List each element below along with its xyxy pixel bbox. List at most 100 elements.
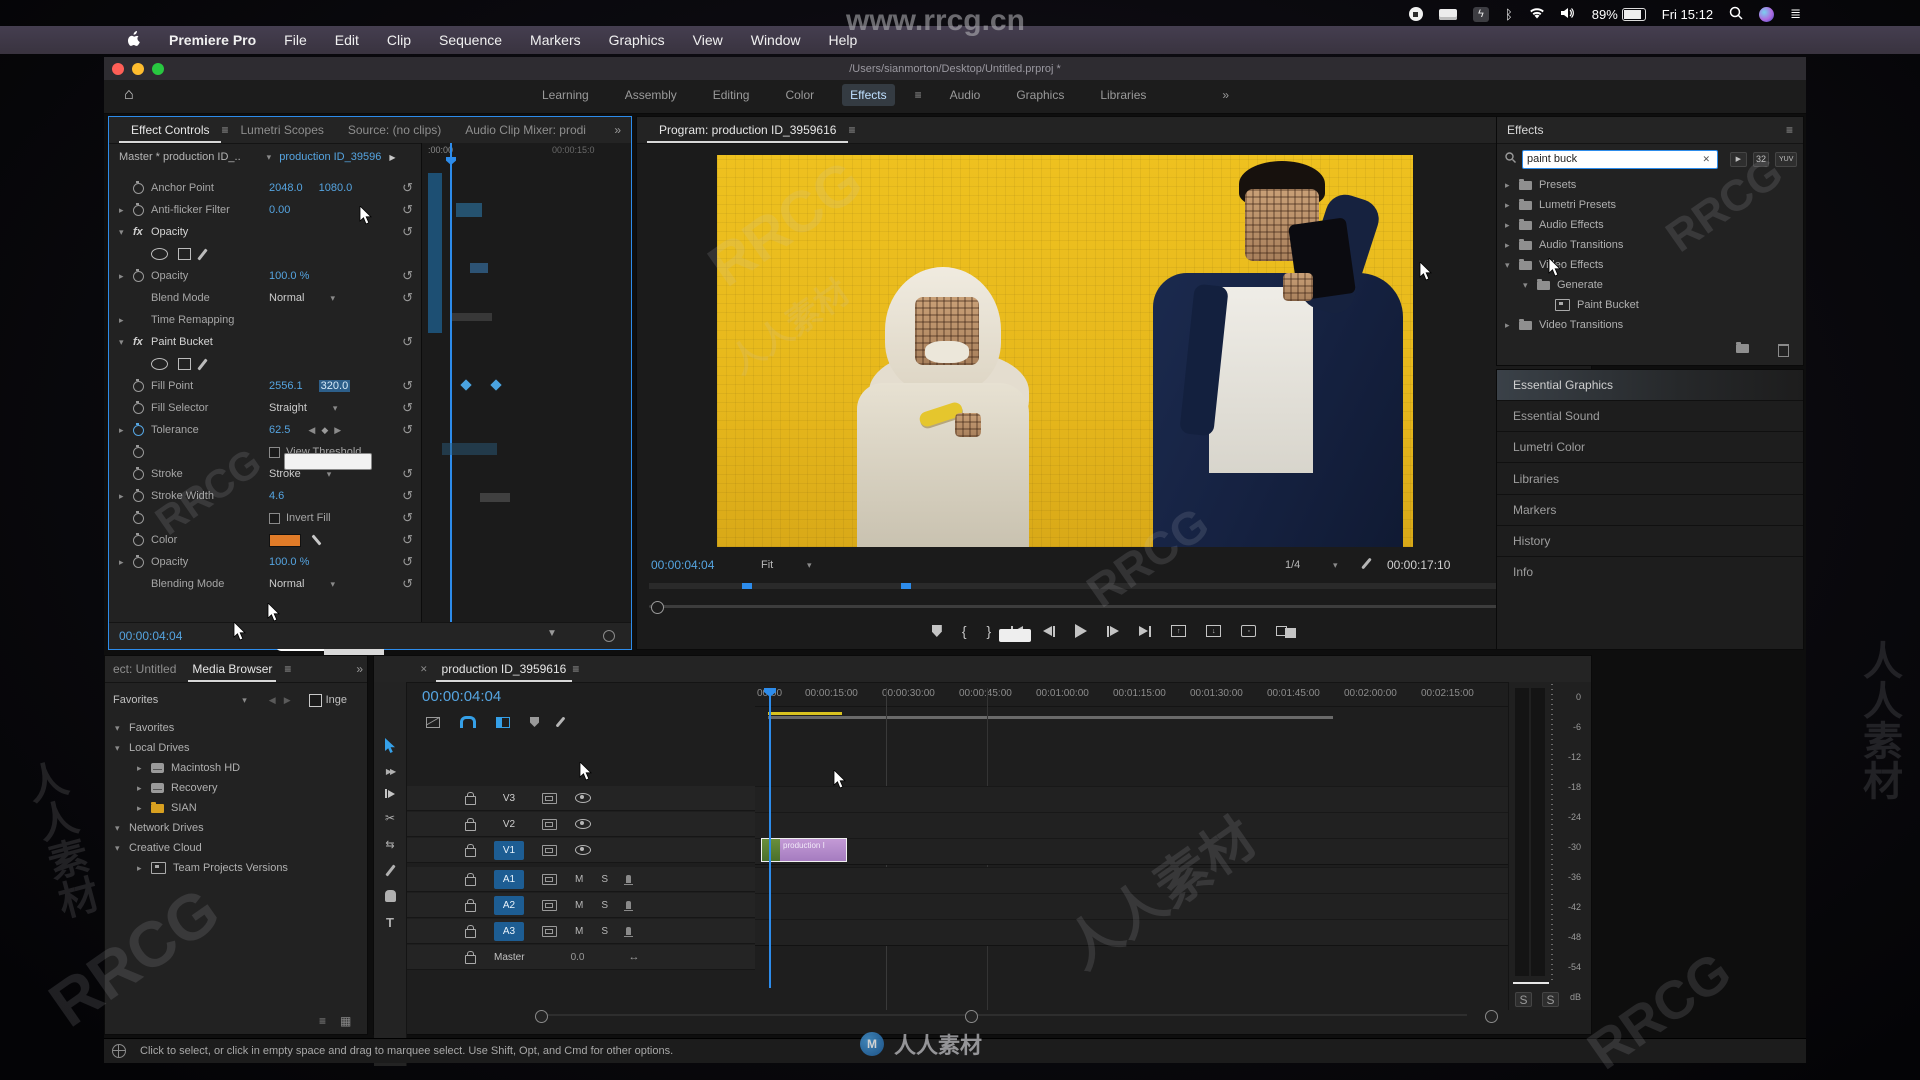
track-header-v3[interactable]: V3 <box>407 786 755 811</box>
blend-mode-select[interactable]: Normal <box>269 292 304 304</box>
workspace-overflow[interactable]: » <box>1214 84 1237 106</box>
fill-point-y[interactable]: 320.0 <box>318 380 351 392</box>
apple-icon[interactable] <box>128 31 141 49</box>
invert-fill-checkbox[interactable] <box>269 512 280 524</box>
sidebar-item-info[interactable]: Info <box>1497 557 1803 587</box>
reset-icon[interactable]: ↺ <box>402 576 413 592</box>
add-keyframe-icon[interactable]: ◆ <box>321 425 328 436</box>
workspace-libraries[interactable]: Libraries <box>1092 84 1154 106</box>
tab-program[interactable]: Program: production ID_3959616 <box>647 117 848 143</box>
extract-icon[interactable]: ↓ <box>1206 625 1222 637</box>
reset-icon[interactable]: ↺ <box>402 378 413 394</box>
tree-item-video-effects[interactable]: ▾ Video Effects <box>1505 255 1797 275</box>
panel-menu-icon[interactable]: ≡ <box>848 123 855 137</box>
ec-clip-name[interactable]: production ID_39596 <box>279 151 381 163</box>
timeline-playhead[interactable] <box>769 688 771 988</box>
workspace-graphics[interactable]: Graphics <box>1008 84 1072 106</box>
menu-sequence[interactable]: Sequence <box>439 32 502 48</box>
spotlight-search-icon[interactable] <box>1729 6 1743 23</box>
export-frame-icon[interactable]: ◦ <box>1241 625 1257 637</box>
reset-icon[interactable]: ↺ <box>402 510 413 526</box>
track-header-a1[interactable]: A1 M S <box>407 867 755 892</box>
stopwatch-icon[interactable] <box>133 378 144 392</box>
tree-item-generate[interactable]: ▾ Generate <box>1505 275 1797 295</box>
tree-item-macintosh-hd[interactable]: ▸ Macintosh HD <box>115 758 359 778</box>
track-select-tool-icon[interactable]: ▶▶ <box>386 767 396 776</box>
solo-right-button[interactable]: S <box>1542 992 1559 1007</box>
lift-icon[interactable]: ↑ <box>1171 625 1187 637</box>
lock-icon[interactable] <box>465 924 476 938</box>
nest-toggle-icon[interactable] <box>425 716 440 728</box>
panel-menu-icon[interactable]: ≡ <box>221 123 228 137</box>
workspace-menu-icon[interactable]: ≡ <box>915 88 922 102</box>
ec-playhead[interactable] <box>450 143 452 623</box>
stopwatch-icon[interactable] <box>133 400 144 414</box>
tabs-overflow-icon[interactable]: » <box>356 662 363 676</box>
master-gain-value[interactable]: 0.0 <box>571 952 585 963</box>
prev-keyframe-icon[interactable]: ◀ <box>308 425 315 436</box>
pen-mask-icon[interactable] <box>197 247 208 261</box>
opacity-value[interactable]: 100.0 % <box>269 270 309 282</box>
track-lane-v1[interactable] <box>755 838 1509 865</box>
tree-item-lumetri-presets[interactable]: ▸ Lumetri Presets <box>1505 195 1797 215</box>
fill-color-swatch[interactable] <box>269 533 301 547</box>
step-back-icon[interactable] <box>1043 625 1056 637</box>
source-patch-icon[interactable] <box>542 844 557 856</box>
go-to-out-icon[interactable] <box>1139 625 1152 637</box>
step-forward-icon[interactable] <box>1107 625 1120 637</box>
next-keyframe-icon[interactable]: ▶ <box>334 425 341 436</box>
tree-item-creative-cloud[interactable]: ▾ Creative Cloud <box>115 838 359 858</box>
playback-resolution-select[interactable]: 1/4 <box>1285 559 1300 571</box>
snap-magnet-icon[interactable] <box>460 716 476 728</box>
reset-icon[interactable]: ↺ <box>402 334 413 350</box>
media-source-select[interactable]: Favorites <box>113 694 158 706</box>
panel-menu-icon[interactable]: ≡ <box>284 662 291 676</box>
seek-playhead-knob[interactable] <box>651 601 664 614</box>
work-area-bar[interactable] <box>768 716 1333 719</box>
ec-row-time-remapping[interactable]: ▸ Time Remapping <box>109 309 421 331</box>
tab-sequence[interactable]: production ID_3959616 <box>436 656 573 682</box>
mute-button[interactable]: M <box>575 926 583 937</box>
ellipse-mask-icon[interactable] <box>151 358 168 370</box>
stopwatch-icon[interactable] <box>133 488 144 502</box>
sidebar-item-essential-sound[interactable]: Essential Sound <box>1497 401 1803 432</box>
menu-app-name[interactable]: Premiere Pro <box>169 32 256 48</box>
track-lane-a2[interactable] <box>755 893 1509 920</box>
tree-item-audio-transitions[interactable]: ▸ Audio Transitions <box>1505 235 1797 255</box>
funnel-filter-icon[interactable]: ▼ <box>547 628 557 639</box>
stroke-width-value[interactable]: 4.6 <box>269 490 284 502</box>
play-icon[interactable] <box>1075 624 1088 638</box>
reset-icon[interactable]: ↺ <box>402 180 413 196</box>
track-lane-v3[interactable] <box>755 786 1509 813</box>
view-threshold-checkbox[interactable] <box>269 446 280 458</box>
timeline-scrollbar[interactable] <box>407 1010 1507 1023</box>
source-patch-icon[interactable] <box>542 873 557 885</box>
tree-item-audio-effects[interactable]: ▸ Audio Effects <box>1505 215 1797 235</box>
stopwatch-icon[interactable] <box>133 202 144 216</box>
stopwatch-icon[interactable] <box>133 444 144 458</box>
siri-icon[interactable] <box>1759 6 1775 22</box>
track-lane-v2[interactable] <box>755 812 1509 839</box>
stopwatch-icon[interactable] <box>133 532 144 546</box>
program-marker-strip[interactable] <box>649 583 1581 589</box>
scroll-handle[interactable] <box>535 1010 548 1023</box>
tab-project[interactable]: ect: Untitled <box>109 656 180 682</box>
slip-tool-icon[interactable]: ⇆ <box>385 838 394 851</box>
lock-icon[interactable] <box>465 843 476 857</box>
tab-audio-clip-mixer[interactable]: Audio Clip Mixer: prodi <box>453 117 598 143</box>
anchor-x-value[interactable]: 2048.0 <box>269 182 303 194</box>
tree-item-team-projects[interactable]: ▸ Team Projects Versions <box>115 858 359 878</box>
workspace-audio[interactable]: Audio <box>942 84 989 106</box>
lock-icon[interactable] <box>465 817 476 831</box>
source-patch-icon[interactable] <box>542 818 557 830</box>
timeline-marker-icon[interactable] <box>530 717 539 727</box>
timeline-clip[interactable]: production I <box>761 838 847 862</box>
track-header-master[interactable]: Master 0.0 ↔ <box>407 945 755 970</box>
sidebar-item-markers[interactable]: Markers <box>1497 495 1803 526</box>
lock-icon[interactable] <box>465 950 476 964</box>
add-marker-icon[interactable] <box>931 625 942 637</box>
tolerance-value[interactable]: 62.5 <box>269 424 290 436</box>
new-custom-bin-icon[interactable] <box>1736 342 1749 353</box>
icon-view-icon[interactable]: ▦ <box>340 1014 351 1028</box>
stopwatch-icon[interactable] <box>133 510 144 524</box>
